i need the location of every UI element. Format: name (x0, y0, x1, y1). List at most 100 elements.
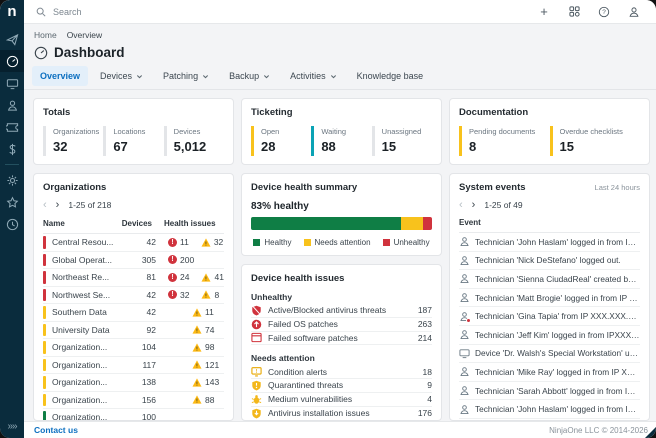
list-item[interactable]: Technician 'Matt Brogie' logged in from … (459, 289, 640, 308)
sidebar-item-recent[interactable] (0, 213, 24, 235)
list-item[interactable]: Medium vulnerabilities 4 (251, 393, 432, 407)
app-window: n + ? (0, 0, 656, 438)
healthy-percent-label: 83% healthy (251, 201, 309, 212)
tab-patching[interactable]: Patching (155, 66, 217, 86)
prev-page-icon[interactable]: ‹ (459, 200, 463, 211)
warning-count: ! 41 (201, 272, 224, 282)
table-row[interactable]: Organization...138!!143 (43, 374, 224, 392)
list-item[interactable]: Failed OS patches 263 (251, 318, 432, 332)
sidebar-item-getting-started[interactable] (0, 28, 24, 50)
next-page-icon[interactable]: › (56, 200, 60, 211)
table-row[interactable]: Organization...100!! (43, 409, 224, 420)
stat-open-tickets[interactable]: Open 28 (251, 126, 311, 156)
list-item[interactable]: Technician 'Nick DeStefano' logged out. (459, 252, 640, 271)
list-item[interactable]: Failed software patches 214 (251, 332, 432, 346)
global-search[interactable] (24, 5, 536, 18)
stat-pending-documents[interactable]: Pending documents 8 (459, 126, 550, 156)
list-item[interactable]: ! Condition alerts 18 (251, 365, 432, 380)
stat-overdue-checklists[interactable]: Overdue checklists 15 (549, 126, 641, 156)
technician-icon (460, 237, 469, 247)
search-input[interactable] (51, 5, 251, 18)
footer: Contact us NinjaOne LLC © 2014-2026 (24, 421, 656, 438)
list-item[interactable]: Technician 'Nick DeStefano' logged out. (459, 419, 640, 420)
stat-locations[interactable]: Locations 67 (103, 126, 163, 156)
chevron-down-icon (264, 74, 270, 78)
legend-unhealthy: Unhealthy (382, 238, 430, 247)
totals-title: Totals (43, 107, 71, 118)
page-title: Dashboard (54, 45, 125, 60)
list-item[interactable]: Technician 'Mike Ray' logged in from IP … (459, 363, 640, 382)
sidebar-item-ticketing[interactable] (0, 116, 24, 138)
list-item[interactable]: Technician 'John Haslam' logged in from … (459, 233, 640, 252)
tab-knowledge-base[interactable]: Knowledge base (349, 66, 432, 86)
table-row[interactable]: Northwest Se... 42! 32! 8 (43, 287, 224, 304)
svg-text:!: ! (196, 381, 198, 387)
sidebar-expand-icon[interactable]: »» (7, 421, 17, 432)
technician-icon (460, 367, 469, 377)
stat-devices[interactable]: Devices 5,012 (163, 126, 224, 156)
sidebar-item-end-users[interactable] (0, 94, 24, 116)
ticketing-title: Ticketing (251, 107, 293, 118)
topbar: n + ? (0, 0, 656, 24)
sidebar-item-devices[interactable] (0, 72, 24, 94)
health-summary-title: Device health summary (251, 182, 358, 193)
resize-handle[interactable] (645, 427, 656, 438)
tab-overview[interactable]: Overview (32, 66, 89, 86)
ninjaone-logo[interactable]: n (0, 0, 24, 24)
tab-activities[interactable]: Activities (282, 66, 345, 86)
table-row[interactable]: Global Operat...305!200! (43, 252, 224, 269)
sidebar-item-billing[interactable] (0, 138, 24, 160)
warning-count: ! 74 (192, 325, 214, 335)
table-row[interactable]: Central Resou... 42! 11! 32 (43, 234, 224, 252)
list-item[interactable]: Technician 'Sarah Abbott' logged in from… (459, 382, 640, 401)
device-icon (459, 349, 470, 358)
warning-count: ! 98 (192, 342, 214, 352)
legend-healthy: Healthy (253, 238, 292, 247)
table-row[interactable]: Northeast Re... 81! 24! 41 (43, 269, 224, 287)
list-item[interactable]: Technician 'Jeff Kim' logged in from IPX… (459, 326, 640, 345)
table-row[interactable]: Organization...117!!121 (43, 357, 224, 374)
list-item[interactable]: Quarantined threats 9 (251, 379, 432, 393)
table-row[interactable]: University Data92!!74 (43, 322, 224, 339)
warning-icon: ! (192, 343, 202, 352)
table-row[interactable]: Organization...104!!98 (43, 339, 224, 357)
list-item[interactable]: Antivirus installation issues 176 (251, 407, 432, 420)
plus-icon[interactable]: + (536, 4, 552, 20)
tab-devices[interactable]: Devices (92, 66, 151, 86)
critical-icon: ! (168, 290, 177, 300)
sidebar-item-administration[interactable] (0, 169, 24, 191)
list-item[interactable]: Technician 'Sienna CiudadReal' created b… (459, 270, 640, 289)
help-icon[interactable]: ? (596, 4, 612, 20)
next-page-icon[interactable]: › (472, 200, 476, 211)
sidebar-item-dashboard[interactable] (0, 50, 24, 72)
sidebar-item-favorites[interactable] (0, 191, 24, 213)
account-icon[interactable] (626, 4, 642, 20)
condition-alert-icon: ! (251, 367, 262, 377)
tab-backup[interactable]: Backup (221, 66, 278, 86)
table-row[interactable]: Organization...156!!88 (43, 392, 224, 409)
list-item[interactable]: Technician 'John Haslam' logged in from … (459, 400, 640, 419)
breadcrumb-home[interactable]: Home (34, 30, 57, 40)
vulnerability-icon (251, 394, 262, 404)
contact-us-link[interactable]: Contact us (34, 425, 78, 435)
warning-icon: ! (192, 360, 202, 369)
critical-count: ! 32 (168, 290, 189, 300)
critical-count: ! 11 (168, 237, 189, 247)
warning-count: ! 143 (192, 377, 219, 387)
critical-icon: ! (168, 237, 177, 247)
warning-count: ! 11 (192, 307, 214, 317)
critical-icon: ! (168, 272, 177, 282)
apps-grid-icon[interactable] (566, 4, 582, 20)
list-item[interactable]: Technician 'Gina Tapia' from IP XXX.XXX.… (459, 307, 640, 326)
critical-icon: ! (168, 255, 177, 265)
prev-page-icon[interactable]: ‹ (43, 200, 47, 211)
stat-unassigned-tickets[interactable]: Unassigned 15 (371, 126, 432, 156)
critical-count: ! 200 (168, 255, 194, 265)
table-row[interactable]: Southern Data42!!11 (43, 304, 224, 322)
pagination-label: 1-25 of 49 (484, 200, 523, 210)
list-item[interactable]: Device 'Dr. Walsh's Special Workstation'… (459, 345, 640, 364)
stat-waiting-tickets[interactable]: Waiting 88 (311, 126, 371, 156)
warning-icon: ! (201, 273, 211, 282)
list-item[interactable]: Active/Blocked antivirus threats 187 (251, 304, 432, 318)
stat-organizations[interactable]: Organizations 32 (43, 126, 103, 156)
